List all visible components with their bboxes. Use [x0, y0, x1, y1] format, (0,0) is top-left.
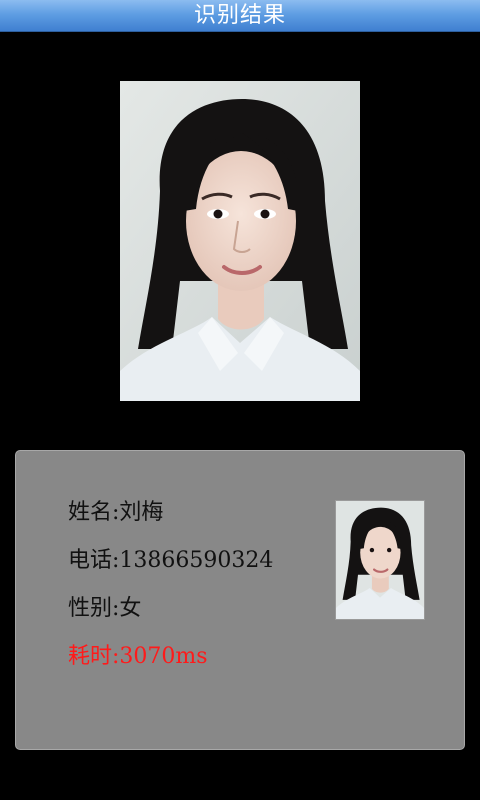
- page-title: 识别结果: [193, 3, 286, 28]
- phone-label: 电话:: [68, 548, 120, 573]
- time-label: 耗时:: [68, 644, 120, 669]
- name-row: 姓名:刘梅: [68, 499, 163, 527]
- time-value: 3070ms: [119, 644, 208, 669]
- time-row: 耗时:3070ms: [68, 643, 208, 671]
- phone-value: 13866590324: [119, 548, 274, 573]
- gender-row: 性别:女: [68, 595, 141, 623]
- name-label: 姓名:: [68, 500, 120, 525]
- captured-face-photo: [120, 81, 360, 401]
- matched-face-thumbnail: [335, 500, 425, 620]
- phone-row: 电话:13866590324: [68, 547, 273, 575]
- title-bar: 识别结果: [0, 0, 480, 32]
- gender-label: 性别:: [68, 596, 120, 621]
- name-value: 刘梅: [119, 500, 164, 525]
- result-card: 姓名:刘梅 电话:13866590324 性别:女 耗时:3070ms: [15, 450, 465, 750]
- gender-value: 女: [119, 596, 142, 621]
